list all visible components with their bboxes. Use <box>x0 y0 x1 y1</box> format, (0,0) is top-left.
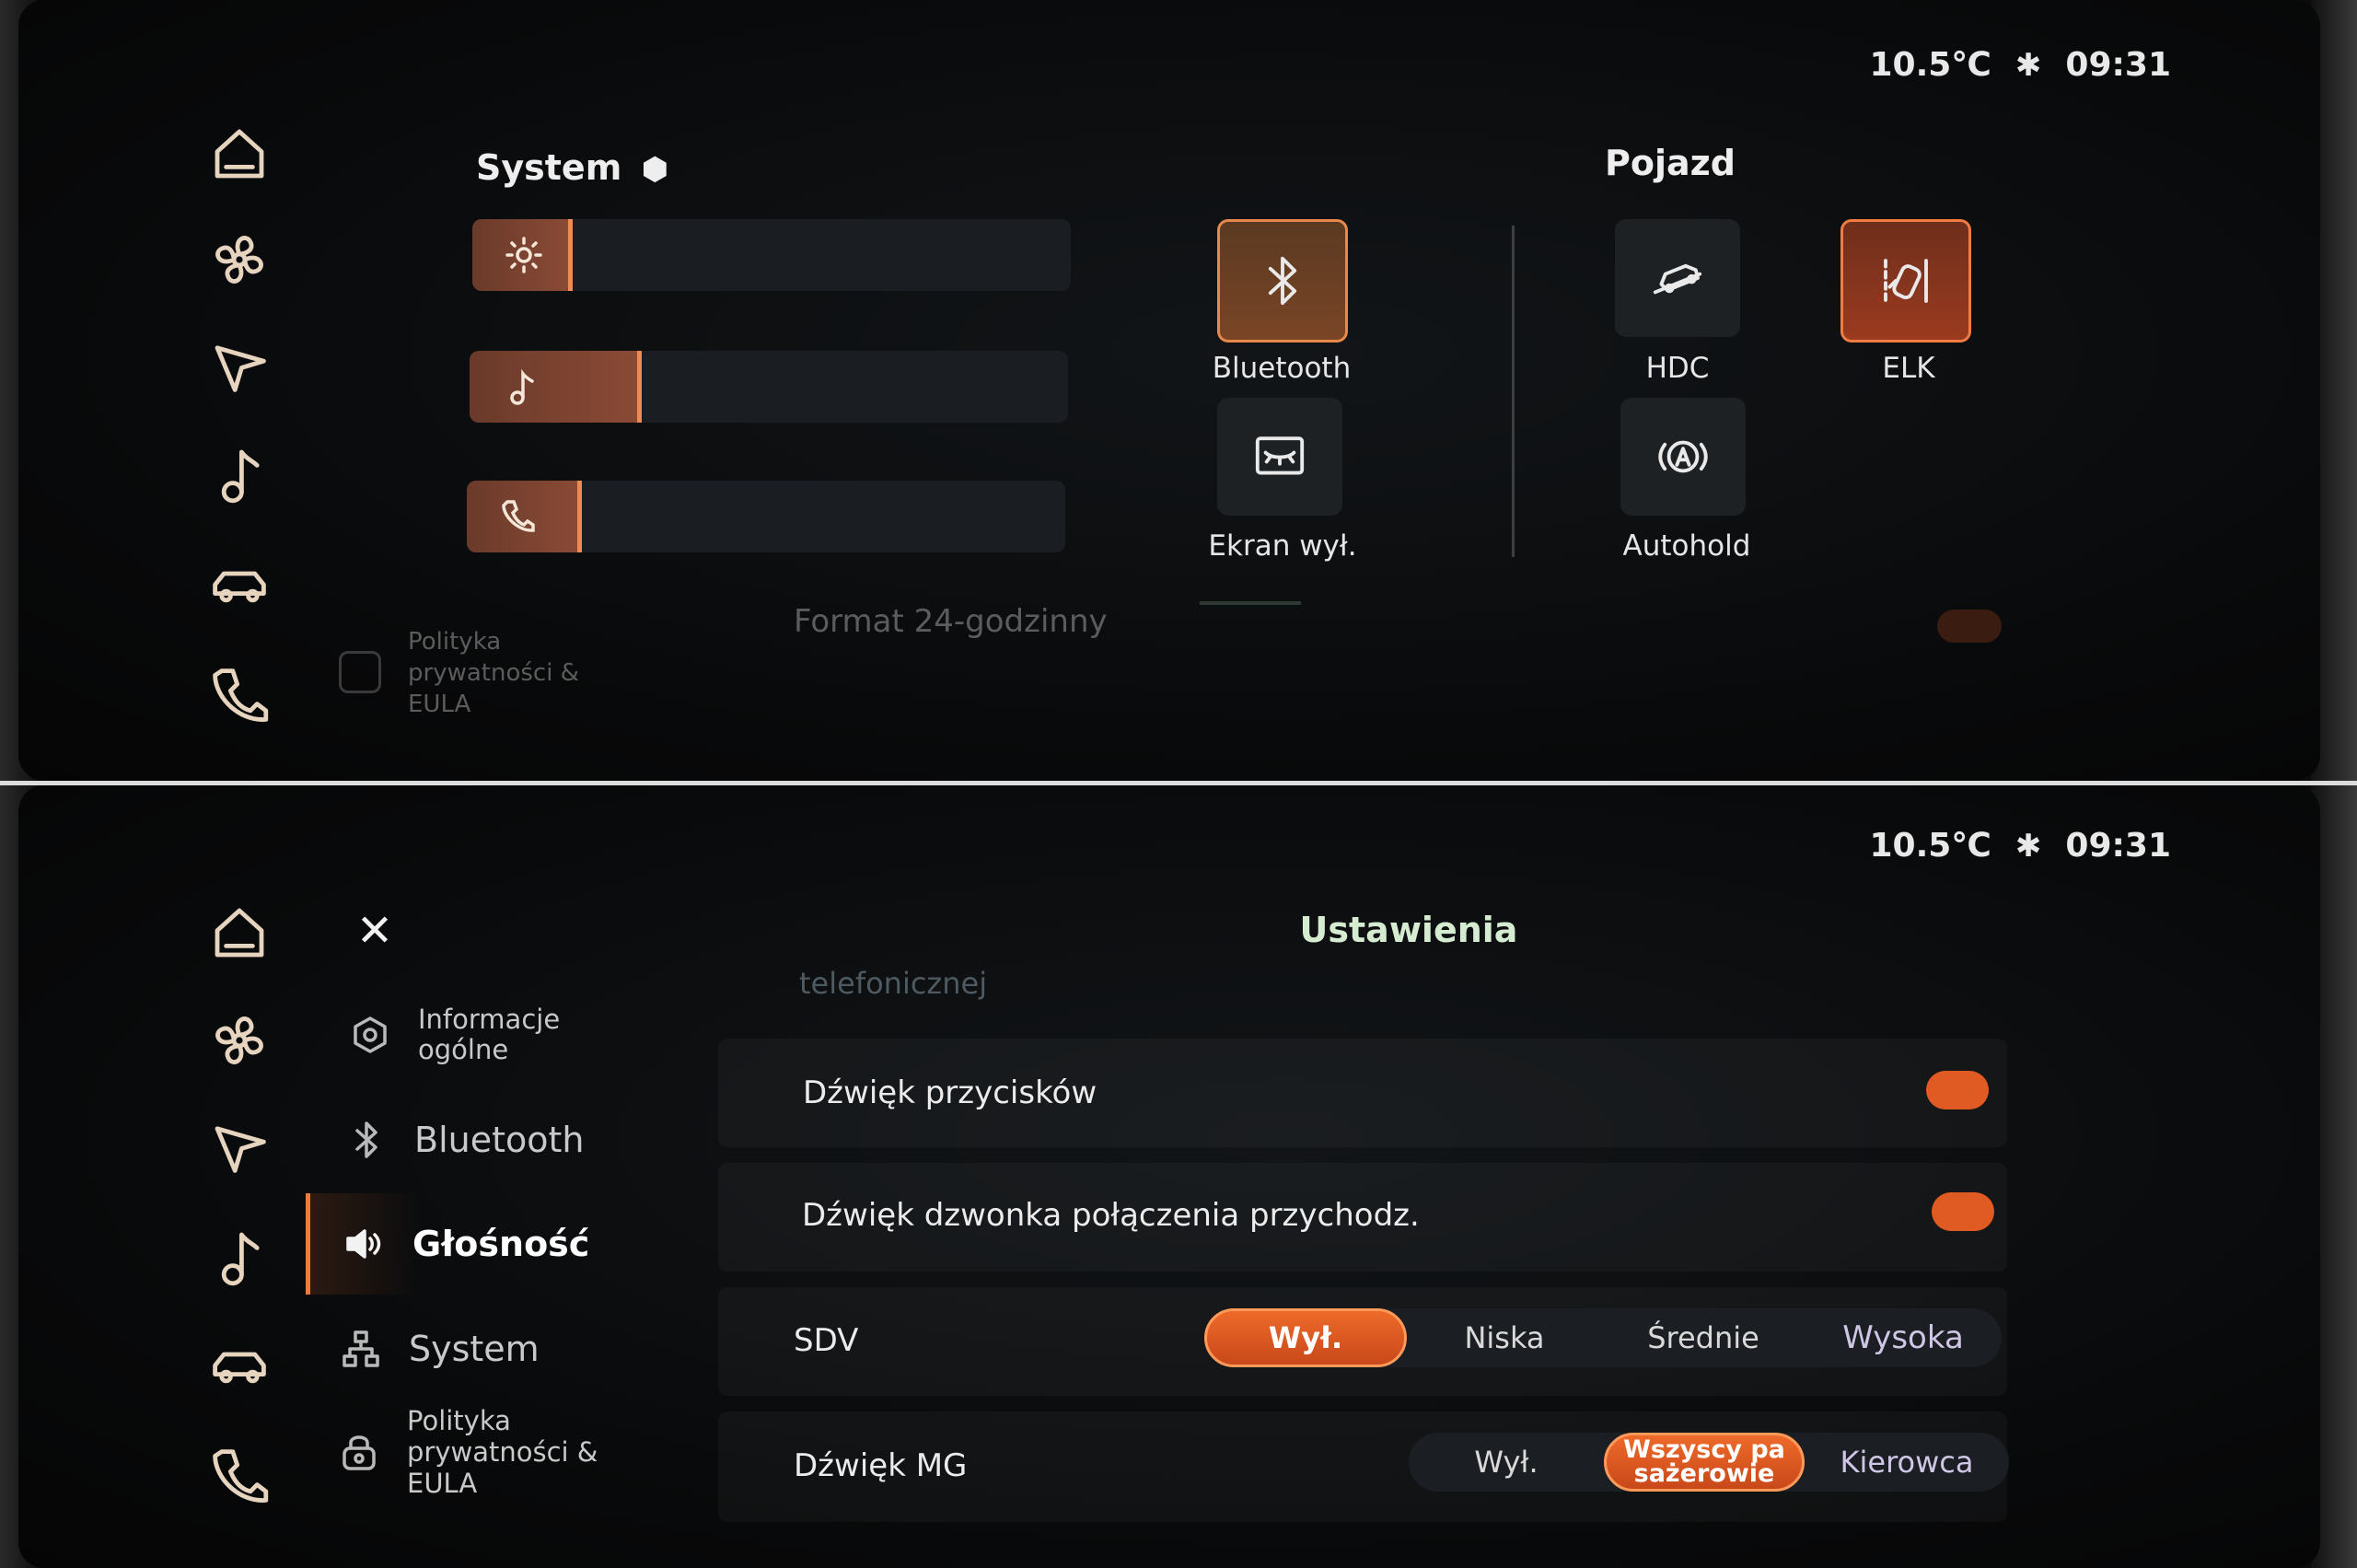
call-volume-slider[interactable] <box>467 481 1065 552</box>
mg-sound-label: Dźwięk MG <box>794 1447 968 1484</box>
ghost-lock-icon <box>339 651 381 693</box>
elk-tile-label: ELK <box>1882 352 1935 385</box>
mg-sound-option-driver[interactable]: Kierowca <box>1805 1433 2009 1492</box>
menu-item-system[interactable]: System <box>333 1321 540 1376</box>
autohold-icon <box>1658 440 1708 473</box>
navigation-icon[interactable] <box>189 1105 290 1188</box>
ghost-line <box>1200 601 1301 605</box>
menu-general-info-line-1: Informacje <box>418 1004 561 1035</box>
sdv-option-medium[interactable]: Średnie <box>1602 1308 1805 1367</box>
page-title: Ustawienia <box>1299 910 1518 950</box>
ghost-privacy-line-1: Polityka <box>408 628 502 656</box>
home-icon[interactable] <box>189 891 290 974</box>
clock: 09:31 <box>2065 827 2171 865</box>
mg-sound-segmented-control[interactable]: Wył. Wszyscy pa sażerowie Kierowca <box>1409 1433 2009 1492</box>
fan-icon[interactable] <box>189 999 290 1082</box>
ringtone-toggle[interactable] <box>1932 1192 1994 1231</box>
menu-item-general-info[interactable]: Informacje ogólne <box>343 1005 560 1065</box>
menu-item-bluetooth[interactable]: Bluetooth <box>339 1112 584 1167</box>
menu-item-system-label: System <box>409 1329 540 1369</box>
hill-descent-icon <box>1653 263 1702 295</box>
mg-sound-option-all-passengers[interactable]: Wszyscy pa sażerowie <box>1604 1433 1805 1492</box>
menu-privacy-line-3: EULA <box>407 1468 478 1499</box>
sdv-option-low[interactable]: Niska <box>1407 1308 1602 1367</box>
system-title-text: System <box>476 147 622 188</box>
music-note-icon <box>501 366 541 407</box>
section-divider <box>1512 226 1515 557</box>
sdv-option-off[interactable]: Wył. <box>1204 1308 1407 1367</box>
elk-tile[interactable] <box>1840 219 1971 343</box>
screen-off-icon <box>1255 436 1305 475</box>
music-icon[interactable] <box>189 433 290 516</box>
speaker-icon <box>337 1216 392 1272</box>
button-sound-toggle[interactable] <box>1926 1071 1989 1109</box>
fan-icon[interactable] <box>189 218 290 301</box>
media-volume-fill <box>470 351 642 423</box>
temperature: 10.5℃ <box>1869 46 1991 84</box>
bluetooth-icon: ✱ <box>2014 46 2042 84</box>
vehicle-section-title: Pojazd <box>1605 143 1736 183</box>
menu-item-privacy-label: Polityka prywatności & EULA <box>407 1405 598 1499</box>
brightness-icon <box>504 235 544 275</box>
phone-icon[interactable] <box>189 1434 290 1517</box>
status-bar: 10.5℃ ✱ 09:31 <box>1869 827 2171 865</box>
car-icon[interactable] <box>189 543 290 626</box>
menu-item-bluetooth-label: Bluetooth <box>414 1120 585 1160</box>
close-icon[interactable]: ✕ <box>352 905 398 957</box>
car-icon[interactable] <box>189 1324 290 1407</box>
home-icon[interactable] <box>189 112 290 195</box>
media-volume-slider[interactable] <box>470 351 1068 423</box>
menu-item-volume[interactable]: Głośność <box>337 1216 589 1272</box>
sdv-label: SDV <box>794 1322 859 1359</box>
hdc-tile[interactable] <box>1615 219 1740 337</box>
screen-off-tile-label: Ekran wył. <box>1208 529 1357 563</box>
lock-icon <box>331 1424 387 1480</box>
button-sound-label: Dźwięk przycisków <box>803 1074 1097 1111</box>
menu-item-general-info-label: Informacje ogólne <box>418 1005 560 1065</box>
status-bar: 10.5℃ ✱ 09:31 <box>1869 46 2171 84</box>
quick-settings-screen: 10.5℃ ✱ 09:31 System ⬢ Bluetooth Ekran w… <box>0 0 2357 781</box>
ghost-format-text: Format 24-godzinny <box>794 603 1108 640</box>
active-menu-indicator <box>306 1193 310 1295</box>
ghost-privacy-line-3: EULA <box>408 691 471 718</box>
hdc-tile-label: HDC <box>1645 352 1710 385</box>
menu-item-volume-label: Głośność <box>412 1224 590 1264</box>
screen-off-tile[interactable] <box>1217 398 1342 516</box>
temperature: 10.5℃ <box>1869 827 1991 865</box>
info-hex-icon <box>343 1007 398 1063</box>
phone-icon <box>498 496 539 537</box>
ghost-privacy-text: Polityka prywatności & EULA <box>408 626 579 720</box>
lane-keep-icon <box>1884 259 1928 303</box>
mg-sound-option-off[interactable]: Wył. <box>1409 1433 1604 1492</box>
ghost-toggle <box>1937 610 2002 643</box>
menu-item-privacy[interactable]: Polityka prywatności & EULA <box>331 1405 598 1499</box>
gear-icon: ⬢ <box>641 151 669 188</box>
bluetooth-icon: ✱ <box>2014 827 2042 865</box>
menu-privacy-line-2: prywatności & <box>407 1436 598 1468</box>
bluetooth-icon <box>1268 256 1297 306</box>
brightness-slider[interactable] <box>472 219 1071 291</box>
autohold-tile-label: Autohold <box>1622 529 1751 563</box>
sdv-option-high[interactable]: Wysoka <box>1805 1308 2002 1367</box>
music-icon[interactable] <box>189 1215 290 1298</box>
ghost-privacy-line-2: prywatności & <box>408 659 579 687</box>
autohold-tile[interactable] <box>1620 398 1746 516</box>
menu-privacy-line-1: Polityka <box>407 1405 511 1436</box>
bluetooth-tile-label: Bluetooth <box>1212 352 1352 385</box>
clock: 09:31 <box>2065 46 2171 84</box>
scrolled-partial-text: telefonicznej <box>799 966 988 1001</box>
navigation-icon[interactable] <box>189 324 290 407</box>
menu-general-info-line-2: ogólne <box>418 1034 509 1065</box>
ringtone-label: Dźwięk dzwonka połączenia przychodz. <box>802 1197 1420 1234</box>
sdv-segmented-control[interactable]: Wył. Niska Średnie Wysoka <box>1204 1308 2002 1367</box>
mg-sound-selected-line-2: sażerowie <box>1633 1459 1775 1488</box>
bluetooth-icon <box>339 1112 394 1167</box>
phone-icon[interactable] <box>189 654 290 737</box>
system-section-title: System ⬢ <box>476 147 668 188</box>
settings-screen: 10.5℃ ✱ 09:31 ✕ Informacje ogólne Blueto… <box>0 785 2357 1568</box>
bluetooth-toggle-tile[interactable] <box>1217 219 1348 343</box>
system-tree-icon <box>333 1321 389 1376</box>
